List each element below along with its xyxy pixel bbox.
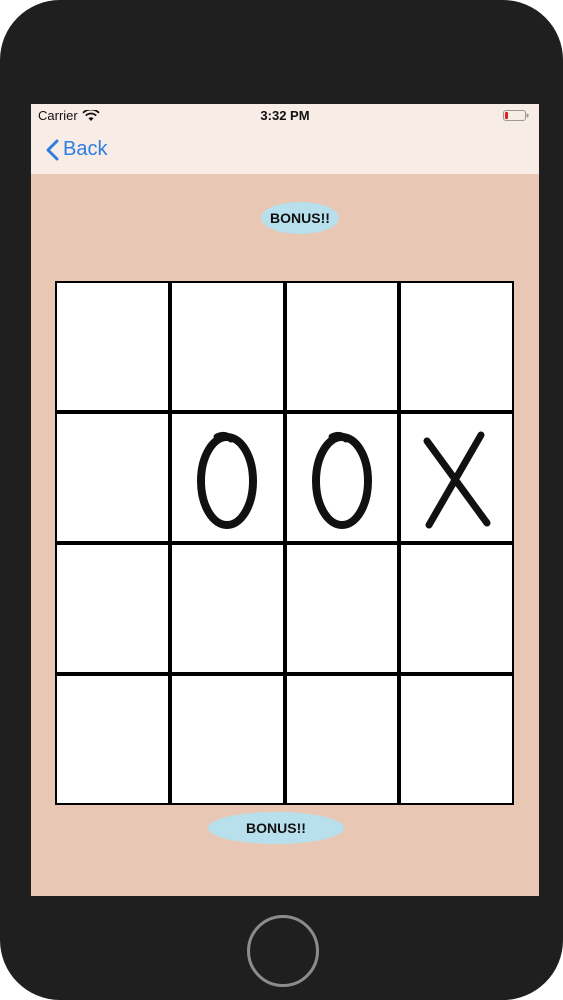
o-mark — [311, 431, 372, 529]
status-bar: Carrier 3:32 PM — [31, 104, 539, 130]
app-screen: Carrier 3:32 PM Back BONUS!! BONUS!! — [31, 104, 539, 896]
board-cell-r3-c3[interactable] — [401, 676, 512, 803]
back-label: Back — [63, 138, 108, 160]
board-cell-r3-c1[interactable] — [171, 676, 283, 803]
chevron-left-icon — [46, 139, 59, 160]
board-cell-r1-c2[interactable]: O — [286, 414, 398, 541]
board-cell-r3-c0[interactable] — [57, 676, 168, 803]
bonus-button-top[interactable]: BONUS!! — [261, 202, 339, 234]
board-cell-r0-c2[interactable] — [286, 283, 398, 410]
board-cell-r1-c0[interactable] — [57, 414, 168, 541]
bonus-button-bottom[interactable]: BONUS!! — [208, 812, 344, 844]
board-cell-r1-c3[interactable]: X — [401, 414, 512, 541]
x-mark — [423, 431, 491, 528]
game-board: OOX — [55, 281, 514, 805]
board-cell-r2-c3[interactable] — [401, 545, 512, 672]
board-cell-r0-c3[interactable] — [401, 283, 512, 410]
board-cell-r1-c1[interactable]: O — [171, 414, 283, 541]
back-button[interactable]: Back — [45, 138, 107, 161]
o-mark — [197, 431, 258, 529]
board-cell-r2-c1[interactable] — [171, 545, 283, 672]
device-frame: Carrier 3:32 PM Back BONUS!! BONUS!! — [0, 0, 563, 1000]
status-time: 3:32 PM — [260, 108, 310, 123]
board-cell-r2-c0[interactable] — [57, 545, 168, 672]
home-button[interactable] — [247, 915, 319, 987]
battery-low-icon — [503, 110, 529, 121]
board-cell-r0-c1[interactable] — [171, 283, 283, 410]
board-cell-r3-c2[interactable] — [286, 676, 398, 803]
board-cell-r2-c2[interactable] — [286, 545, 398, 672]
board-cell-r0-c0[interactable] — [57, 283, 168, 410]
navigation-bar: Back — [31, 130, 539, 174]
